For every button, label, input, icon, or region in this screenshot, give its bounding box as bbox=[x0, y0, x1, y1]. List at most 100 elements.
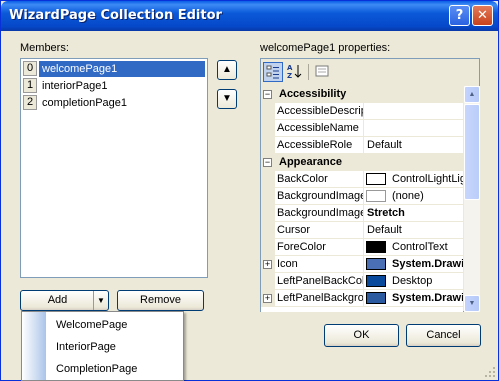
alphabetical-icon[interactable]: AZ bbox=[285, 62, 305, 82]
arrow-down-icon: ▼ bbox=[222, 93, 232, 104]
property-name: AccessibleDescrip bbox=[277, 103, 364, 120]
move-down-button[interactable]: ▼ bbox=[217, 89, 237, 109]
property-value[interactable] bbox=[365, 120, 463, 137]
list-item-label: completionPage1 bbox=[42, 97, 128, 109]
property-value[interactable]: System.Drawi bbox=[365, 256, 463, 273]
cancel-button[interactable]: Cancel bbox=[406, 324, 481, 347]
property-row[interactable]: AccessibleRole Default bbox=[261, 137, 463, 154]
property-row[interactable]: AccessibleDescrip bbox=[261, 103, 463, 120]
image-preview bbox=[366, 190, 386, 202]
color-swatch bbox=[366, 241, 386, 253]
remove-button[interactable]: Remove bbox=[117, 290, 204, 311]
list-item[interactable]: 0 welcomePage1 bbox=[23, 61, 205, 77]
categorized-icon[interactable] bbox=[263, 62, 283, 82]
property-value[interactable]: Default bbox=[365, 222, 463, 239]
property-value[interactable]: (none) bbox=[365, 188, 463, 205]
list-item-index: 0 bbox=[23, 61, 37, 76]
property-name: LeftPanelBackgro bbox=[277, 290, 364, 307]
property-value-text: Default bbox=[367, 224, 402, 236]
property-value[interactable]: Default bbox=[365, 137, 463, 154]
expand-icon[interactable]: + bbox=[263, 260, 272, 269]
property-row[interactable]: Cursor Default bbox=[261, 222, 463, 239]
scroll-thumb[interactable] bbox=[464, 104, 480, 200]
resize-grip-icon[interactable] bbox=[484, 366, 496, 378]
collapse-icon[interactable]: − bbox=[263, 158, 272, 167]
collection-editor-window: WizardPage Collection Editor ? ✕ Members… bbox=[0, 0, 499, 381]
property-name: BackColor bbox=[277, 171, 364, 188]
list-item[interactable]: 2 completionPage1 bbox=[23, 95, 205, 111]
row-gutter bbox=[261, 103, 275, 120]
row-gutter bbox=[261, 171, 275, 188]
chevron-down-icon[interactable]: ▼ bbox=[93, 291, 108, 310]
category-row-appearance[interactable]: − Appearance bbox=[261, 154, 463, 171]
property-grid-body: − Accessibility AccessibleDescrip Access… bbox=[261, 86, 463, 312]
scroll-up-icon[interactable]: ▲ bbox=[464, 86, 480, 103]
property-value[interactable]: ControlText bbox=[365, 239, 463, 256]
toolbar-divider bbox=[308, 64, 309, 80]
property-row[interactable]: + Icon System.Drawi bbox=[261, 256, 463, 273]
members-label: Members: bbox=[20, 42, 69, 54]
property-grid: AZ − Accessibility AccessibleDescrip Acc… bbox=[260, 58, 480, 312]
row-gutter bbox=[261, 120, 275, 137]
menu-item-interior-page[interactable]: InteriorPage bbox=[56, 337, 116, 357]
row-gutter bbox=[261, 188, 275, 205]
property-row[interactable]: + LeftPanelBackgro System.Drawi bbox=[261, 290, 463, 307]
property-value[interactable] bbox=[365, 103, 463, 120]
property-grid-scrollbar[interactable]: ▲ ▼ bbox=[464, 86, 480, 312]
category-row-accessibility[interactable]: − Accessibility bbox=[261, 86, 463, 103]
property-value-text: (none) bbox=[392, 190, 424, 202]
window-title: WizardPage Collection Editor bbox=[9, 8, 222, 23]
property-name: AccessibleRole bbox=[277, 137, 364, 154]
property-name: BackgroundImage bbox=[277, 205, 364, 222]
expand-icon[interactable]: + bbox=[263, 294, 272, 303]
property-row[interactable]: ForeColor ControlText bbox=[261, 239, 463, 256]
members-list[interactable]: 0 welcomePage1 1 interiorPage1 2 complet… bbox=[20, 58, 208, 278]
title-bar[interactable]: WizardPage Collection Editor ? ✕ bbox=[1, 1, 498, 31]
property-pages-icon[interactable] bbox=[313, 62, 333, 82]
property-name: LeftPanelBackColo bbox=[277, 273, 364, 290]
property-name: Icon bbox=[277, 256, 364, 273]
scroll-down-icon[interactable]: ▼ bbox=[464, 295, 480, 312]
row-gutter bbox=[261, 137, 275, 154]
color-swatch bbox=[366, 173, 386, 185]
row-gutter bbox=[261, 222, 275, 239]
property-row[interactable]: BackgroundImage (none) bbox=[261, 188, 463, 205]
property-value-text: Stretch bbox=[367, 207, 405, 219]
category-label: Appearance bbox=[279, 156, 342, 168]
menu-item-welcome-page[interactable]: WelcomePage bbox=[56, 315, 127, 335]
list-item[interactable]: 1 interiorPage1 bbox=[23, 78, 205, 94]
property-value-text: System.Drawi bbox=[392, 258, 463, 270]
property-row[interactable]: AccessibleName bbox=[261, 120, 463, 137]
property-name: Cursor bbox=[277, 222, 364, 239]
property-value[interactable]: Desktop bbox=[365, 273, 463, 290]
list-item-label: welcomePage1 bbox=[39, 61, 205, 77]
category-label: Accessibility bbox=[279, 88, 347, 100]
close-button[interactable]: ✕ bbox=[472, 5, 493, 26]
list-item-index: 2 bbox=[23, 95, 37, 110]
property-row[interactable]: BackgroundImage Stretch bbox=[261, 205, 463, 222]
property-value-text: ControlLightLigh bbox=[392, 173, 463, 185]
property-row[interactable]: BackColor ControlLightLigh bbox=[261, 171, 463, 188]
property-name: AccessibleName bbox=[277, 120, 364, 137]
collapse-icon[interactable]: − bbox=[263, 90, 272, 99]
add-button[interactable]: Add ▼ bbox=[20, 290, 109, 311]
image-preview bbox=[366, 292, 386, 304]
property-grid-toolbar: AZ bbox=[261, 59, 479, 85]
icon-preview bbox=[366, 258, 386, 270]
property-value[interactable]: System.Drawi bbox=[365, 290, 463, 307]
add-type-menu: WelcomePage InteriorPage CompletionPage bbox=[21, 311, 184, 381]
help-button[interactable]: ? bbox=[449, 5, 470, 26]
move-up-button[interactable]: ▲ bbox=[217, 60, 237, 80]
svg-text:A: A bbox=[287, 64, 293, 72]
row-gutter bbox=[261, 239, 275, 256]
property-value[interactable]: ControlLightLigh bbox=[365, 171, 463, 188]
row-gutter bbox=[261, 205, 275, 222]
property-name: BackgroundImage bbox=[277, 188, 364, 205]
menu-item-completion-page[interactable]: CompletionPage bbox=[56, 359, 137, 379]
property-name: ForeColor bbox=[277, 239, 364, 256]
svg-text:Z: Z bbox=[287, 72, 292, 80]
row-gutter: + bbox=[261, 290, 275, 307]
property-row[interactable]: LeftPanelBackColo Desktop bbox=[261, 273, 463, 290]
property-value[interactable]: Stretch bbox=[365, 205, 463, 222]
ok-button[interactable]: OK bbox=[324, 324, 399, 347]
